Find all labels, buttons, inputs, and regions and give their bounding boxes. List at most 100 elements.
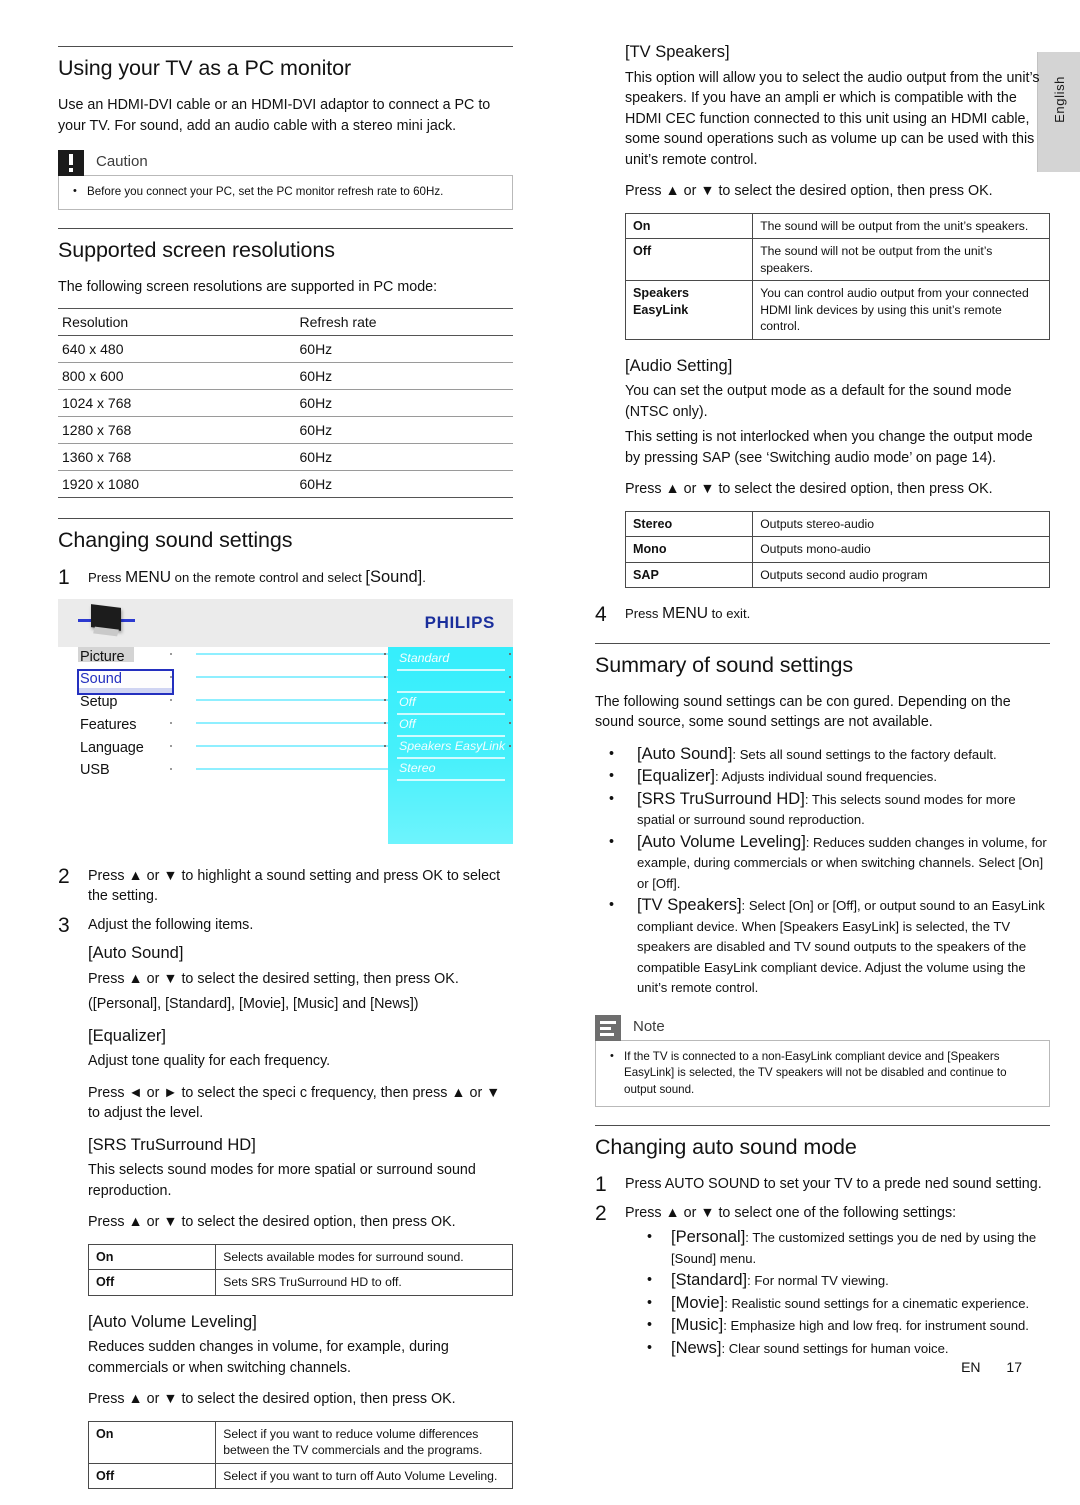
step-1: 1 Press MENU on the remote control and s… [58, 567, 513, 593]
bullet-term: [Standard] [671, 1271, 748, 1289]
option-key: Stereo [624, 510, 754, 537]
option-key: Off [624, 238, 754, 281]
section-changing-sound: Changing sound settings 1 Press MENU on … [58, 518, 513, 1489]
list-item: [Equalizer]: Adjusts individual sound fr… [595, 766, 1050, 788]
bullet-term: [Personal] [671, 1228, 746, 1246]
sound-items-group: [Auto Sound] Press ▲ or ▼ to select the … [58, 943, 513, 1489]
option-key: Speakers EasyLink [624, 280, 754, 340]
audio-setting-press: Press ▲ or ▼ to select the desired optio… [625, 481, 993, 497]
bullet-term: [Movie] [671, 1293, 725, 1312]
bullet-desc: : Adjusts individual sound frequencies. [714, 769, 937, 784]
equalizer-line1: Adjust tone quality for each frequency. [88, 1053, 331, 1069]
list-item: [Auto Sound]: Sets all sound settings to… [595, 744, 1050, 766]
bullet-desc: : For normal TV viewing. [747, 1273, 889, 1288]
resolution-value: 640 x 480 [58, 335, 286, 363]
caution-box: Caution Before you connect your PC, set … [58, 150, 513, 210]
audio-setting-options-table: Stereo Outputs stereo-audio Mono Outputs… [624, 510, 1050, 588]
osd-menu-area: Picture Sound Setup Features Language US… [58, 646, 513, 852]
option-key: SAP [624, 561, 754, 588]
bullet-desc: : Sets all sound settings to the factory… [732, 746, 997, 762]
tv-speakers-press: Press ▲ or ▼ to select the desired optio… [625, 183, 993, 199]
table-row: Stereo Outputs stereo-audio [624, 510, 1050, 537]
page-footer: EN 17 [0, 1359, 1022, 1375]
step1-mid: on the remote control and select [171, 570, 366, 585]
table-row: 1280 x 768 60Hz [58, 416, 513, 444]
note-box: Note If the TV is connected to a non-Eas… [595, 1014, 1050, 1107]
option-key: Off [87, 1462, 217, 1489]
auto-sound-line2: ([Personal], [Standard], [Movie], [Music… [88, 996, 419, 1012]
option-key: On [624, 212, 754, 239]
section-summary: Summary of sound settings The following … [595, 642, 1050, 1107]
osd-item-features[interactable]: Features [80, 717, 137, 733]
osd-value-audio[interactable]: Stereo [399, 761, 436, 775]
tv-speakers-options-table: On The sound will be output from the uni… [624, 212, 1050, 340]
step1-end: . [422, 570, 426, 585]
refresh-value: 60Hz [285, 389, 513, 417]
resolution-value: 1920 x 1080 [58, 470, 286, 498]
bullet-term: [Auto Volume Leveling] [637, 832, 806, 851]
bullet-desc: : Realistic sound settings for a cinemat… [724, 1295, 1030, 1311]
option-desc: Selects available modes for surround sou… [215, 1243, 513, 1270]
option-desc: Outputs mono-audio [752, 536, 1050, 563]
col-header-resolution: Resolution [58, 308, 286, 336]
osd-item-setup[interactable]: Setup [80, 694, 118, 710]
subtitle-srs: [SRS TruSurround HD] [88, 1135, 256, 1154]
heading-resolutions: Supported screen resolutions [58, 237, 335, 262]
table-row: Mono Outputs mono-audio [624, 536, 1050, 563]
option-desc: Sets SRS TruSurround HD to off. [215, 1269, 513, 1296]
table-row: Off Select if you want to turn off Auto … [87, 1462, 513, 1489]
step-number: 1 [58, 566, 70, 589]
osd-value-tv-speakers[interactable]: Speakers EasyLink [399, 739, 505, 753]
table-row: 1024 x 768 60Hz [58, 389, 513, 417]
step-3: 3 Adjust the following items. [58, 915, 513, 940]
bullet-term: [SRS TruSurround HD] [637, 789, 805, 808]
heading-pc-monitor: Using your TV as a PC monitor [58, 56, 352, 80]
osd-item-sound[interactable]: Sound [80, 671, 122, 687]
auto-sound-line1: Press ▲ or ▼ to select the desired setti… [88, 970, 459, 987]
avl-options-table: On Select if you want to reduce volume d… [87, 1420, 513, 1489]
language-tab-label: English [1051, 76, 1067, 123]
tv-speakers-body: This option will allow you to select the… [625, 69, 1040, 168]
option-desc: You can control audio output from your c… [752, 280, 1050, 340]
table-row: On Select if you want to reduce volume d… [87, 1420, 513, 1464]
option-key: Mono [624, 536, 754, 563]
note-header: Note [595, 1014, 1050, 1041]
srs-line1: This selects sound modes for more spatia… [88, 1162, 476, 1199]
caution-label: Caution [96, 153, 148, 170]
heading-changing-sound: Changing sound settings [58, 528, 293, 552]
osd-value-srs[interactable]: Off [399, 717, 416, 731]
table-row: Speakers EasyLink You can control audio … [624, 280, 1050, 340]
step4-post: to exit. [708, 606, 751, 621]
subtitle-tv-speakers: [TV Speakers] [625, 43, 730, 61]
list-item: [Auto Volume Leveling]: Reduces sudden c… [595, 832, 1050, 895]
bullet-term: [TV Speakers] [637, 896, 742, 914]
resolution-value: 1280 x 768 [58, 416, 286, 444]
refresh-value: 60Hz [285, 470, 513, 498]
option-key: On [87, 1243, 217, 1270]
step4-pre: Press [625, 606, 663, 621]
subtitle-auto-sound: [Auto Sound] [88, 944, 184, 962]
subtitle-equalizer: [Equalizer] [88, 1026, 166, 1045]
table-header-row: Resolution Refresh rate [58, 308, 513, 336]
step-4-text: Press MENU to exit. [625, 604, 1050, 625]
osd-item-language[interactable]: Language [80, 740, 144, 756]
note-icon [595, 1014, 621, 1041]
refresh-value: 60Hz [285, 416, 513, 444]
resolutions-table: Resolution Refresh rate 640 x 480 60Hz 8… [58, 308, 513, 498]
option-desc: The sound will be output from the unit’s… [752, 212, 1050, 239]
menu-key: MENU [125, 569, 172, 586]
menu-key: MENU [662, 605, 709, 622]
bullet-term: [News] [671, 1338, 722, 1357]
osd-value-equalizer[interactable]: Off [399, 695, 416, 709]
osd-value-auto-sound[interactable]: Standard [399, 651, 449, 665]
osd-item-usb[interactable]: USB [80, 762, 110, 778]
bullet-term: [Auto Sound] [637, 744, 733, 763]
table-row: Off Sets SRS TruSurround HD to off. [87, 1269, 513, 1296]
osd-item-picture[interactable]: Picture [80, 649, 125, 665]
auto-sound-bullet-list: [Personal]: The customized settings you … [625, 1227, 1050, 1359]
note-body: If the TV is connected to a non-EasyLink… [595, 1039, 1050, 1107]
list-item: [Personal]: The customized settings you … [625, 1227, 1050, 1269]
step-3-text: Adjust the following items. [88, 916, 254, 933]
list-item: [TV Speakers]: Select [On] or [Off], or … [595, 895, 1050, 999]
step1-pre: Press [88, 570, 126, 585]
